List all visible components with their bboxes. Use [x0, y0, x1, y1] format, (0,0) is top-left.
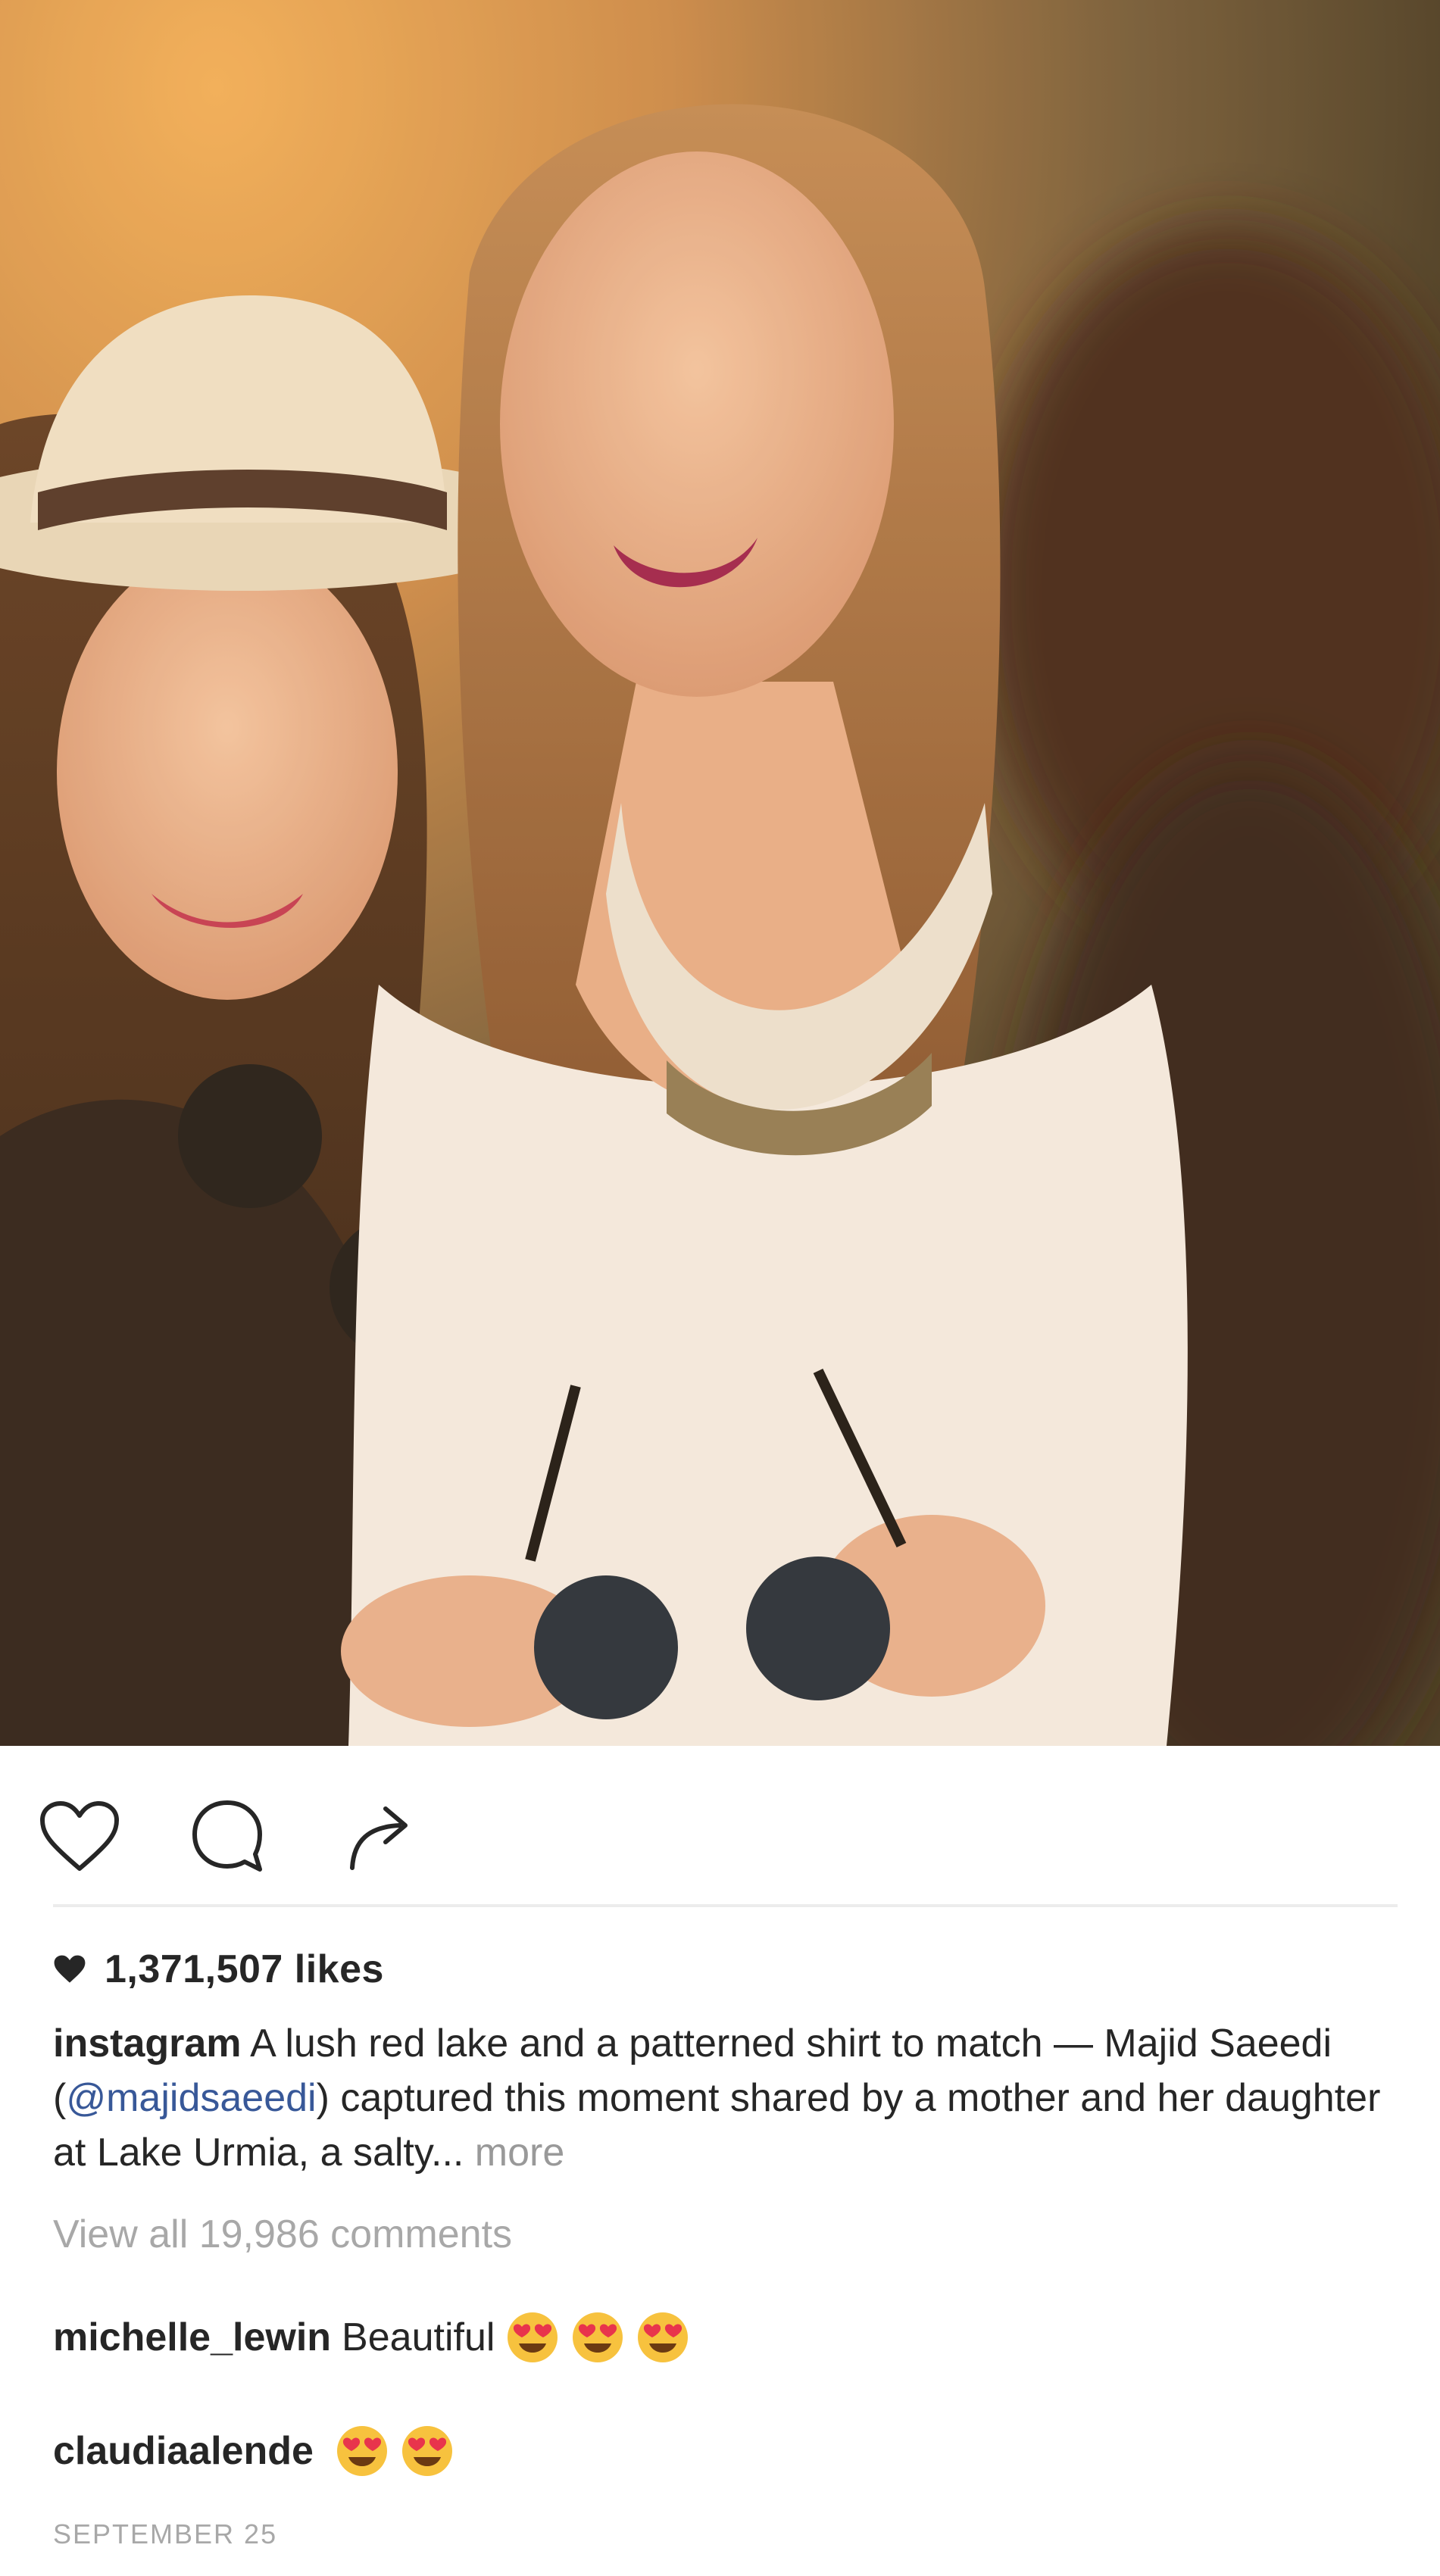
heart-eyes-emoji-icon	[508, 2312, 558, 2362]
comment-item: michelle_lewin Beautiful	[53, 2310, 690, 2365]
post-date: SEPTEMBER 25	[53, 2518, 278, 2549]
heart-eyes-emoji-icon	[638, 2312, 689, 2362]
instagram-post: 1,371,507 likes instagram A lush red lak…	[0, 0, 1440, 2576]
comment-username[interactable]: claudiaalende	[53, 2428, 314, 2474]
caption-more-link[interactable]: more	[475, 2131, 564, 2175]
comment-text: Beautiful	[342, 2315, 495, 2359]
action-bar	[0, 1746, 1440, 1905]
likes-row[interactable]: 1,371,507 likes	[53, 1939, 384, 2000]
likes-count: 1,371,507 likes	[105, 1947, 384, 1991]
heart-outline-icon	[40, 1801, 119, 1871]
divider	[53, 1904, 1398, 1907]
post-photo[interactable]	[0, 0, 1440, 1746]
share-button[interactable]	[333, 1791, 424, 1882]
comment-button[interactable]	[182, 1791, 273, 1882]
view-all-comments-link[interactable]: View all 19,986 comments	[53, 2212, 512, 2257]
caption: instagram A lush red lake and a patterne…	[53, 2016, 1409, 2180]
heart-eyes-emoji-icon	[401, 2426, 452, 2476]
comment-item: claudiaalende	[53, 2424, 454, 2478]
caption-username[interactable]: instagram	[53, 2022, 242, 2065]
filled-heart-icon	[54, 1955, 86, 1983]
heart-eyes-emoji-icon	[573, 2312, 623, 2362]
share-arrow-icon	[350, 1806, 408, 1870]
comment-username[interactable]: michelle_lewin	[53, 2315, 331, 2360]
like-button[interactable]	[34, 1791, 125, 1882]
speech-bubble-icon	[192, 1800, 262, 1872]
heart-eyes-emoji-icon	[336, 2426, 387, 2476]
caption-mention[interactable]: @majidsaeedi	[66, 2076, 316, 2120]
